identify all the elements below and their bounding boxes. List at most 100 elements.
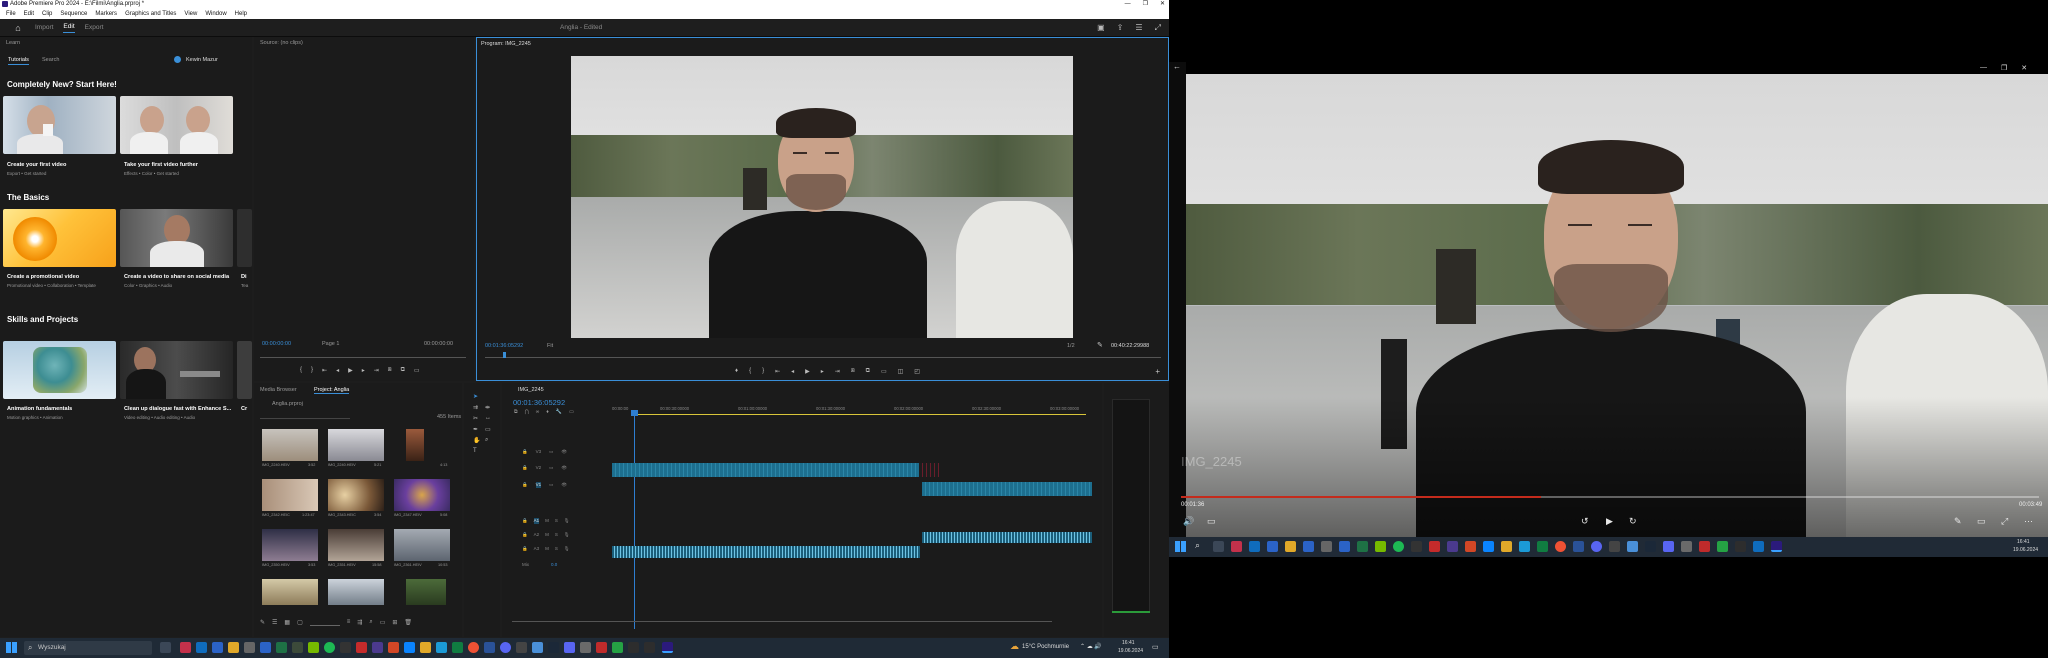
sequence-tab[interactable]: IMG_2245: [518, 387, 544, 393]
app-icon[interactable]: [372, 642, 383, 653]
card-title[interactable]: Animation fundamentals: [7, 406, 72, 412]
app-icon[interactable]: [292, 642, 303, 653]
project-item[interactable]: [328, 479, 384, 511]
menu-view[interactable]: View: [184, 9, 197, 19]
clock-time[interactable]: 16:41: [2017, 539, 2030, 545]
app-icon[interactable]: [1375, 541, 1386, 552]
icon-view-icon[interactable]: ▦: [284, 619, 290, 626]
step-back-icon[interactable]: ◂: [791, 368, 794, 375]
user-avatar[interactable]: [174, 56, 181, 63]
app-icon[interactable]: [308, 642, 319, 653]
mic-icon[interactable]: 🎙: [564, 532, 570, 538]
forward-icon[interactable]: ↻: [1629, 516, 1637, 526]
project-item[interactable]: [394, 479, 450, 511]
captions-icon[interactable]: ▭: [569, 409, 574, 415]
card-title[interactable]: Create a promotional video: [7, 274, 79, 280]
resolution-select[interactable]: 1/2: [1067, 343, 1075, 349]
card-thumbnail[interactable]: [3, 96, 116, 154]
app-icon[interactable]: [1591, 541, 1602, 552]
mark-out-icon[interactable]: }: [762, 368, 764, 375]
step-back-icon[interactable]: ◂: [336, 367, 339, 374]
project-item[interactable]: [406, 429, 424, 461]
home-icon[interactable]: ⌂: [11, 21, 25, 35]
project-search-input[interactable]: [260, 412, 350, 419]
go-to-in-icon[interactable]: ⇤: [775, 368, 780, 375]
program-scrubber[interactable]: [485, 352, 1161, 358]
app-icon[interactable]: [1519, 541, 1530, 552]
program-video-frame[interactable]: [571, 56, 1073, 338]
clock-date[interactable]: 19.06.2024: [1118, 648, 1143, 654]
track-header-v3[interactable]: 🔒 V3 ▭ 👁: [522, 449, 582, 455]
step-forward-icon[interactable]: ▸: [821, 368, 824, 375]
player-video-frame[interactable]: [1186, 74, 2048, 537]
card-thumbnail[interactable]: [237, 341, 252, 399]
windows-start-icon[interactable]: [1175, 541, 1186, 552]
app-icon[interactable]: [564, 642, 575, 653]
go-to-out-icon[interactable]: ⇥: [835, 368, 840, 375]
task-view-icon[interactable]: [160, 642, 171, 653]
tab-media-browser[interactable]: Media Browser: [260, 387, 297, 393]
card-thumbnail[interactable]: [120, 209, 233, 267]
app-icon[interactable]: [548, 642, 559, 653]
export-frame-icon[interactable]: ▭: [881, 368, 887, 375]
card-thumbnail[interactable]: [3, 209, 116, 267]
vr-icon[interactable]: ◰: [914, 368, 920, 375]
share-icon[interactable]: ⇪: [1117, 23, 1124, 33]
app-icon[interactable]: [420, 642, 431, 653]
snap-icon[interactable]: ⋂: [525, 409, 529, 415]
app-icon[interactable]: [1339, 541, 1350, 552]
program-timecode[interactable]: 00:01:36:05292: [485, 343, 523, 349]
pencil-icon[interactable]: ✎: [260, 619, 265, 626]
add-marker-icon[interactable]: ♦: [546, 409, 549, 415]
minimize-button[interactable]: —: [1980, 64, 1987, 72]
app-icon[interactable]: [1429, 541, 1440, 552]
card-title[interactable]: Take your first video further: [124, 162, 198, 168]
mark-in-icon[interactable]: {: [749, 368, 751, 375]
list-view-icon[interactable]: ☰: [272, 619, 277, 626]
go-to-out-icon[interactable]: ⇥: [374, 367, 379, 374]
play-icon[interactable]: ▶: [348, 367, 353, 374]
ripple-edit-icon[interactable]: ⇹: [485, 404, 495, 411]
add-marker-icon[interactable]: ♦: [735, 368, 738, 375]
add-button-icon[interactable]: +: [1155, 367, 1160, 376]
project-item[interactable]: [262, 479, 318, 511]
app-icon[interactable]: [1609, 541, 1620, 552]
app-icon[interactable]: [1357, 541, 1368, 552]
razor-icon[interactable]: ✂: [473, 415, 483, 422]
volume-icon[interactable]: 🔊: [1183, 516, 1194, 526]
card-title[interactable]: Cr: [241, 406, 247, 412]
tab-edit[interactable]: Edit: [63, 23, 75, 33]
app-icon[interactable]: [1627, 541, 1638, 552]
app-icon[interactable]: [532, 642, 543, 653]
menu-edit[interactable]: Edit: [24, 9, 34, 19]
clock-date[interactable]: 19.06.2024: [2013, 547, 2038, 553]
app-icon[interactable]: [356, 642, 367, 653]
app-icon[interactable]: [1465, 541, 1476, 552]
playhead-line[interactable]: [634, 411, 635, 629]
app-icon[interactable]: [580, 642, 591, 653]
minimize-button[interactable]: —: [1125, 0, 1131, 9]
zoom-slider[interactable]: [309, 619, 340, 626]
card-title[interactable]: Create your first video: [7, 162, 66, 168]
project-item[interactable]: [328, 579, 384, 605]
menu-help[interactable]: Help: [235, 9, 247, 19]
video-clip[interactable]: [612, 463, 919, 477]
app-icon[interactable]: [1753, 541, 1764, 552]
app-icon[interactable]: [516, 642, 527, 653]
menu-window[interactable]: Window: [205, 9, 226, 19]
app-icon[interactable]: [1411, 541, 1422, 552]
search-icon[interactable]: ⌕: [369, 619, 372, 626]
playhead[interactable]: [503, 352, 506, 358]
extract-icon[interactable]: ⧉: [866, 368, 870, 375]
card-title[interactable]: Clean up dialogue fast with Enhance S...: [124, 406, 231, 412]
insert-icon[interactable]: ⧈: [388, 367, 392, 374]
step-forward-icon[interactable]: ▸: [362, 367, 365, 374]
timeline-timecode[interactable]: 00:01:36:05292: [513, 398, 565, 407]
go-to-in-icon[interactable]: ⇤: [322, 367, 327, 374]
project-item[interactable]: [262, 529, 318, 561]
menu-graphics[interactable]: Graphics and Titles: [125, 9, 176, 19]
tray-icons[interactable]: ⌃ ☁ 🔊: [1080, 643, 1102, 650]
linked-selection-icon[interactable]: ∞: [536, 409, 540, 415]
app-icon[interactable]: [1501, 541, 1512, 552]
eye-icon[interactable]: 👁: [561, 482, 567, 488]
